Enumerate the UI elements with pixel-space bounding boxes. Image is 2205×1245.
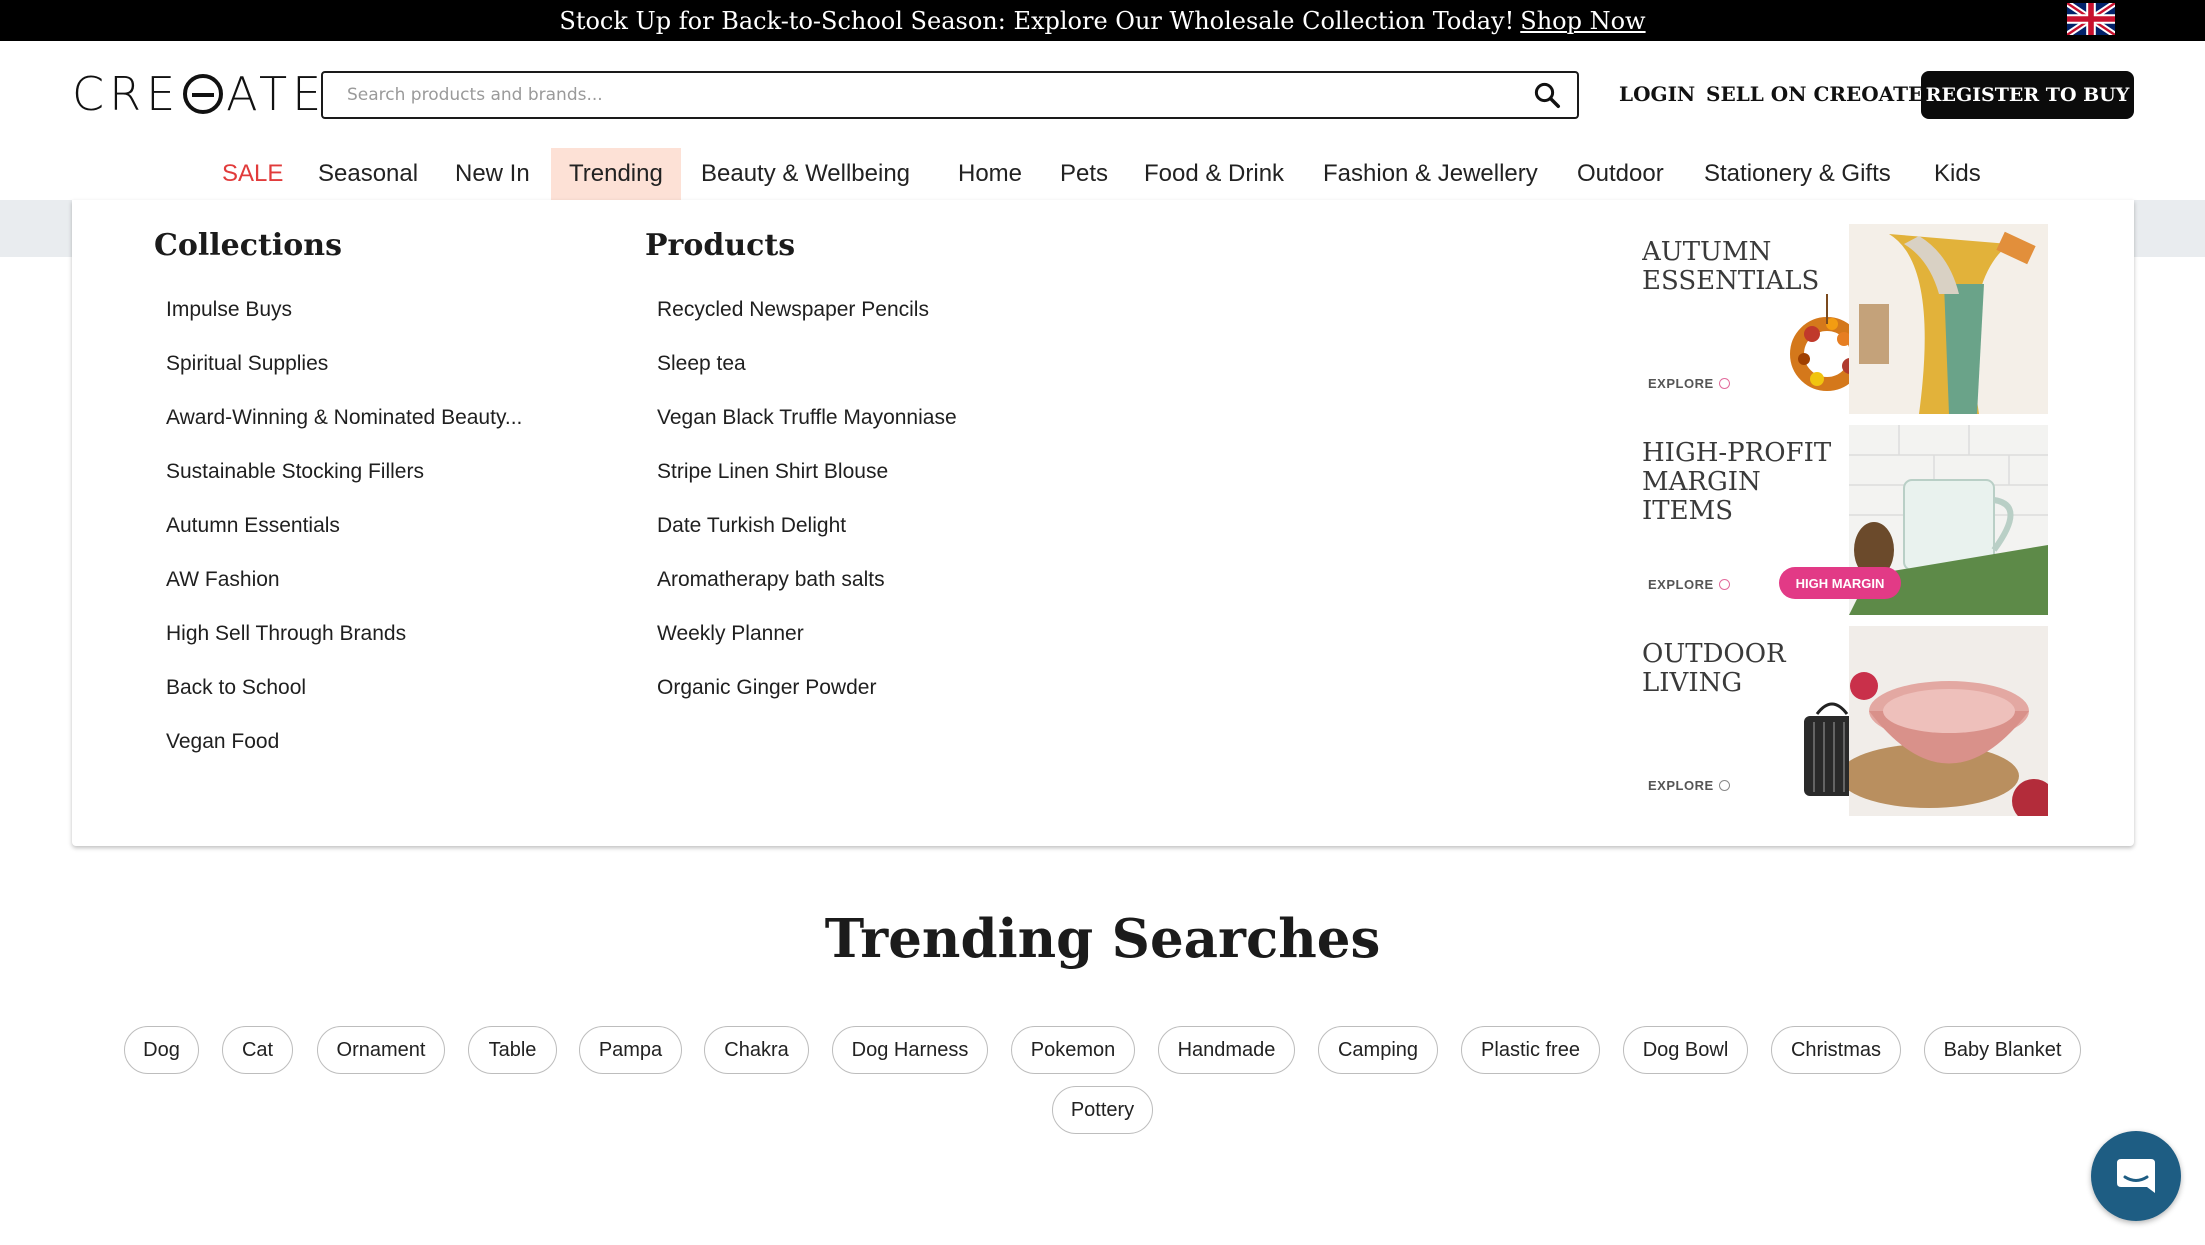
collection-link[interactable]: Sustainable Stocking Fillers [166, 460, 424, 484]
arrow-circle-icon [1718, 579, 1730, 590]
announcement-bar: Stock Up for Back-to-School Season: Expl… [0, 0, 2205, 41]
trending-chip[interactable]: Baby Blanket [1924, 1026, 2081, 1074]
collection-link[interactable]: Award-Winning & Nominated Beauty... [166, 406, 522, 430]
chat-button[interactable] [2091, 1131, 2181, 1221]
explore-label: EXPLORE [1648, 376, 1714, 391]
arrow-circle-icon [1718, 378, 1730, 389]
search-bar [321, 71, 1579, 119]
trending-mega-menu: Collections Impulse Buys Spiritual Suppl… [72, 200, 2134, 846]
trending-chip[interactable]: Handmade [1158, 1026, 1295, 1074]
creoate-logo[interactable]: CRE ATE [72, 67, 327, 121]
trending-chip[interactable]: Christmas [1771, 1026, 1901, 1074]
explore-label: EXPLORE [1648, 577, 1714, 592]
promo-title-line: ESSENTIALS [1642, 266, 1820, 296]
search-icon[interactable] [1517, 73, 1577, 117]
product-link[interactable]: Sleep tea [657, 352, 746, 376]
collection-link[interactable]: Impulse Buys [166, 298, 292, 322]
collection-link[interactable]: Back to School [166, 676, 306, 700]
login-link[interactable]: LOGIN [1619, 82, 1695, 106]
promo-title-line: MARGIN [1642, 467, 1761, 497]
promo-title: HIGH-PROFIT MARGIN ITEMS [1642, 439, 1842, 526]
trending-chip[interactable]: Pokemon [1011, 1026, 1135, 1074]
nav-home[interactable]: Home [958, 148, 1022, 200]
shop-now-link[interactable]: Shop Now [1520, 7, 1645, 35]
trending-chip[interactable]: Dog [124, 1026, 199, 1074]
chat-bubble-icon [2117, 1159, 2155, 1193]
nav-fashion-jewellery[interactable]: Fashion & Jewellery [1323, 148, 1538, 200]
product-link[interactable]: Weekly Planner [657, 622, 804, 646]
trending-chip[interactable]: Pottery [1052, 1086, 1153, 1134]
product-link[interactable]: Vegan Black Truffle Mayonniase [657, 406, 957, 430]
nav-beauty-wellbeing[interactable]: Beauty & Wellbeing [701, 148, 910, 200]
nav-outdoor[interactable]: Outdoor [1577, 148, 1664, 200]
collections-title: Collections [154, 228, 342, 263]
trending-chip[interactable]: Chakra [704, 1026, 809, 1074]
trending-chip[interactable]: Camping [1318, 1026, 1438, 1074]
collection-link[interactable]: High Sell Through Brands [166, 622, 406, 646]
product-link[interactable]: Aromatherapy bath salts [657, 568, 885, 592]
nav-new-in[interactable]: New In [455, 148, 530, 200]
collection-link[interactable]: Vegan Food [166, 730, 279, 754]
product-link[interactable]: Date Turkish Delight [657, 514, 846, 538]
promo-autumn-essentials[interactable]: AUTUMN ESSENTIALS EXPLORE [1642, 224, 2048, 414]
logo-text-right: ATE [226, 67, 327, 121]
search-input[interactable] [323, 73, 1517, 117]
nav-kids[interactable]: Kids [1934, 148, 1981, 200]
collection-link[interactable]: AW Fashion [166, 568, 280, 592]
sell-on-creoate-link[interactable]: SELL ON CREOATE [1706, 82, 1923, 106]
trending-chip[interactable]: Cat [222, 1026, 293, 1074]
promo-high-profit-margin[interactable]: HIGH-PROFIT MARGIN ITEMS EXPLORE HIGH MA… [1642, 425, 2048, 615]
promo-explore: EXPLORE [1648, 778, 1730, 793]
collection-link[interactable]: Spiritual Supplies [166, 352, 328, 376]
uk-flag-icon[interactable] [2067, 3, 2115, 35]
trending-chip[interactable]: Table [468, 1026, 557, 1074]
announcement-text: Stock Up for Back-to-School Season: Expl… [559, 6, 1515, 35]
nav-food-drink[interactable]: Food & Drink [1144, 148, 1284, 200]
trending-chip[interactable]: Pampa [579, 1026, 682, 1074]
main-nav: SALE Seasonal New In Trending Beauty & W… [0, 148, 2205, 200]
trending-chip[interactable]: Ornament [317, 1026, 445, 1074]
nav-seasonal[interactable]: Seasonal [318, 148, 418, 200]
scarf-photo [1849, 224, 2048, 414]
promo-explore: EXPLORE [1648, 577, 1730, 592]
promo-title-line: AUTUMN [1642, 237, 1772, 267]
arrow-circle-icon [1718, 780, 1730, 791]
trending-chip[interactable]: Plastic free [1461, 1026, 1600, 1074]
nav-stationery-gifts[interactable]: Stationery & Gifts [1704, 148, 1891, 200]
logo-text-left: CRE [72, 67, 181, 121]
trending-chip[interactable]: Dog Bowl [1623, 1026, 1748, 1074]
promo-title-line: HIGH-PROFIT [1642, 438, 1832, 468]
trending-chip[interactable]: Dog Harness [832, 1026, 988, 1074]
high-margin-badge: HIGH MARGIN [1779, 567, 1901, 599]
promo-title-line: ITEMS [1642, 496, 1734, 526]
explore-label: EXPLORE [1648, 778, 1714, 793]
register-to-buy-button[interactable]: REGISTER TO BUY [1921, 71, 2134, 119]
promo-explore: EXPLORE [1648, 376, 1730, 391]
logo-o-mark [183, 74, 224, 114]
nav-sale[interactable]: SALE [222, 148, 283, 200]
product-link[interactable]: Stripe Linen Shirt Blouse [657, 460, 888, 484]
promo-title: OUTDOOR LIVING [1642, 640, 1842, 698]
product-link[interactable]: Organic Ginger Powder [657, 676, 876, 700]
collection-link[interactable]: Autumn Essentials [166, 514, 340, 538]
promo-outdoor-living[interactable]: OUTDOOR LIVING EXPLORE [1642, 626, 2048, 816]
product-link[interactable]: Recycled Newspaper Pencils [657, 298, 929, 322]
products-title: Products [645, 228, 796, 263]
nav-pets[interactable]: Pets [1060, 148, 1108, 200]
trending-searches-title: Trending Searches [824, 908, 1381, 970]
promo-title-line: OUTDOOR [1642, 639, 1786, 669]
bowl-photo [1849, 626, 2048, 816]
promo-title: AUTUMN ESSENTIALS [1642, 238, 1842, 296]
nav-trending[interactable]: Trending [551, 148, 681, 200]
